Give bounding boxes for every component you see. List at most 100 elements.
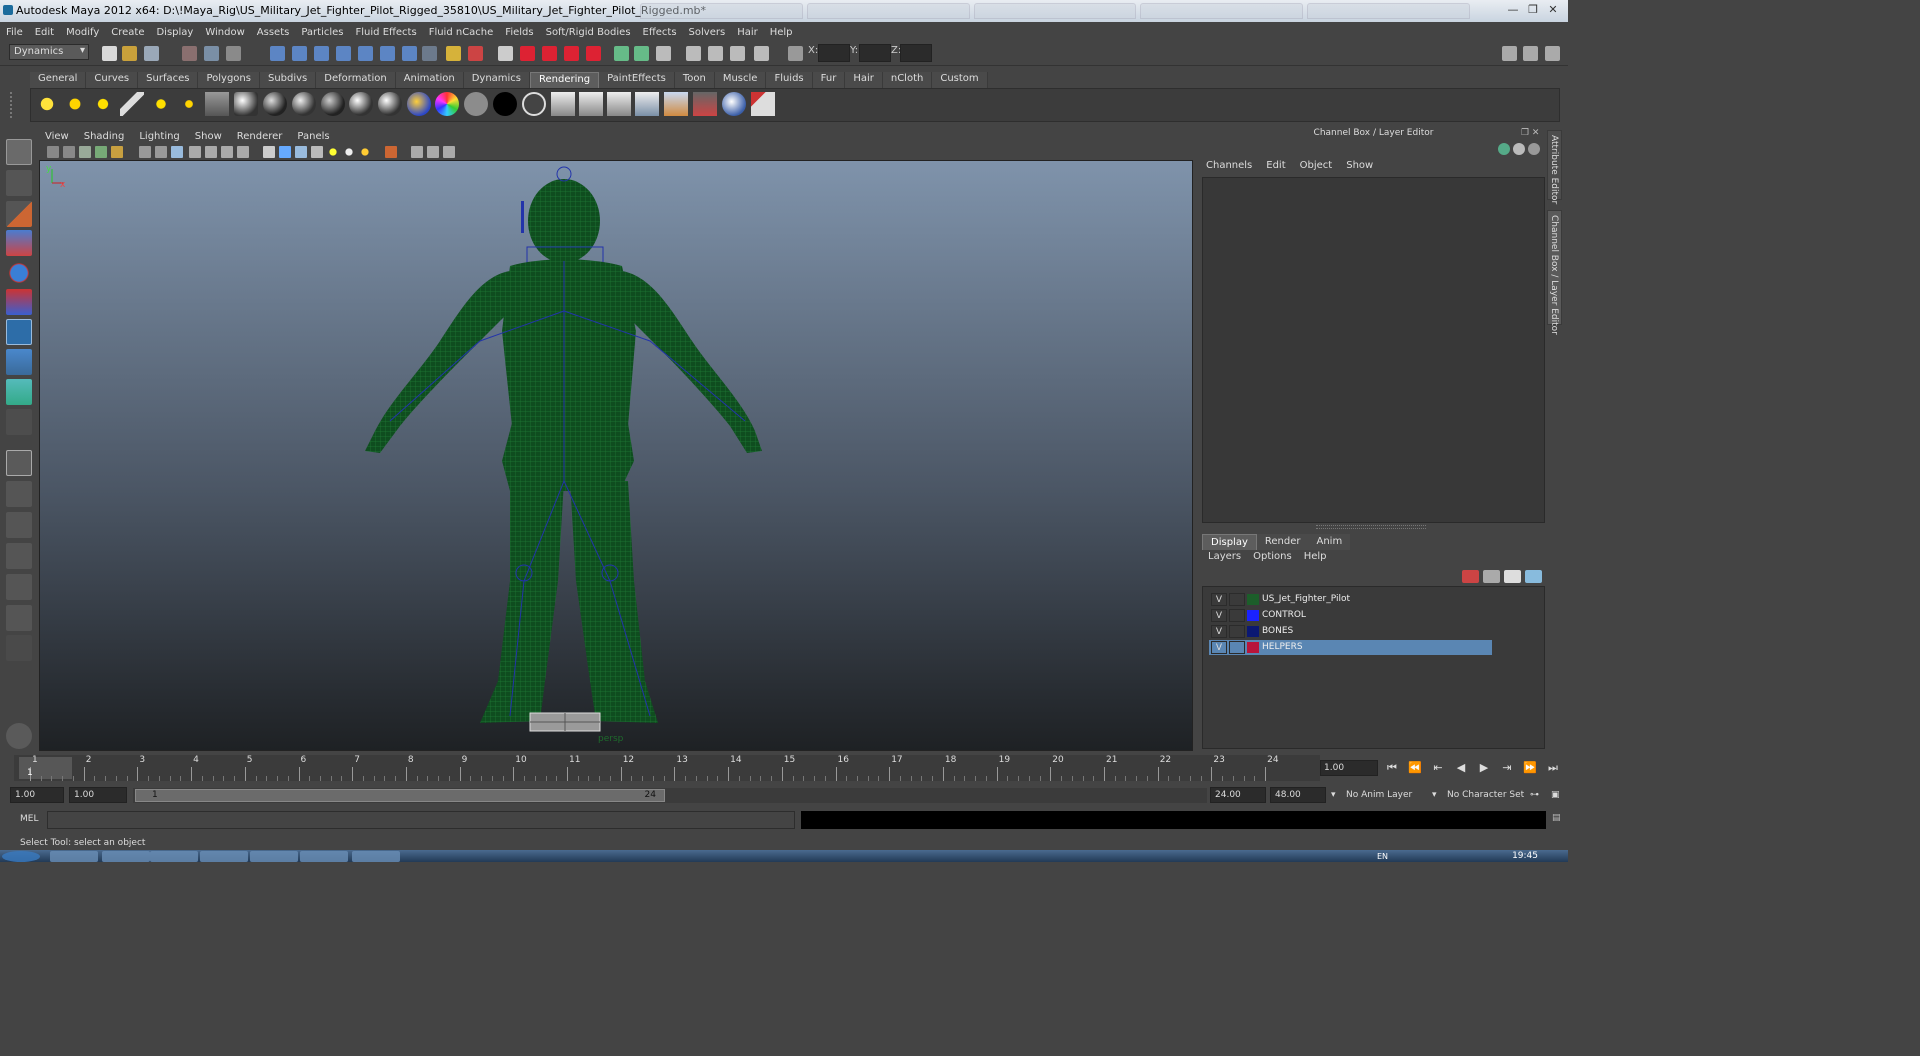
shelf-tab-curves[interactable]: Curves xyxy=(86,72,139,88)
viewport-menu-lighting[interactable]: Lighting xyxy=(139,131,179,142)
shelf-tab-dynamics[interactable]: Dynamics xyxy=(463,72,531,88)
layer-display-type-toggle[interactable] xyxy=(1229,609,1245,622)
preferences-icon[interactable] xyxy=(708,46,723,61)
go-to-start-button[interactable]: ⏮ xyxy=(1382,760,1402,776)
safe-title-icon[interactable] xyxy=(237,146,249,158)
channel-box-menu-show[interactable]: Show xyxy=(1346,160,1373,176)
perspective-outliner-layout-icon[interactable] xyxy=(6,512,32,538)
shadows-icon[interactable] xyxy=(343,146,355,158)
menu-set-dropdown[interactable]: Dynamics xyxy=(9,44,89,60)
render-frame-icon[interactable] xyxy=(498,46,513,61)
menu-edit[interactable]: Edit xyxy=(35,27,54,38)
layer-tab-display[interactable]: Display xyxy=(1202,534,1257,550)
snap-point-icon[interactable] xyxy=(314,46,329,61)
system-clock[interactable]: 19:45 xyxy=(1512,851,1538,861)
menu-fluid-effects[interactable]: Fluid Effects xyxy=(356,27,417,38)
lambert-sphere-icon[interactable] xyxy=(263,92,287,116)
attribute-editor-side-tab[interactable]: Attribute Editor xyxy=(1547,130,1562,204)
snap-curve-icon[interactable] xyxy=(292,46,307,61)
anim-layer-dropdown[interactable]: No Anim Layer xyxy=(1346,790,1412,800)
layer-color-swatch[interactable] xyxy=(1247,626,1259,637)
menu-effects[interactable]: Effects xyxy=(643,27,677,38)
move-layer-up-icon[interactable] xyxy=(1462,570,1479,583)
four-view-layout-icon[interactable] xyxy=(6,481,32,507)
shelf-tab-hair[interactable]: Hair xyxy=(845,72,883,88)
shelf-grip[interactable] xyxy=(10,92,24,118)
layer-color-swatch[interactable] xyxy=(1247,594,1259,605)
step-forward-key-button[interactable]: ⏩ xyxy=(1520,760,1540,776)
go-to-end-button[interactable]: ⏭ xyxy=(1543,760,1563,776)
layer-tab-anim[interactable]: Anim xyxy=(1308,534,1351,550)
maximize-button[interactable]: ❐ xyxy=(1524,2,1542,18)
script-language-label[interactable]: MEL xyxy=(20,814,38,824)
wireframe-on-shaded-icon[interactable] xyxy=(295,146,307,158)
surface-shader-black-icon[interactable] xyxy=(493,92,517,116)
move-tool-icon[interactable] xyxy=(6,230,32,256)
textured-icon[interactable] xyxy=(311,146,323,158)
hypershade-icon[interactable] xyxy=(635,92,659,116)
render-settings-status-icon[interactable] xyxy=(542,46,557,61)
shelf-tab-fur[interactable]: Fur xyxy=(812,72,846,88)
menu-create[interactable]: Create xyxy=(111,27,144,38)
anisotropic-sphere-icon[interactable] xyxy=(349,92,373,116)
render-icon[interactable] xyxy=(551,92,575,116)
layer-visibility-toggle[interactable]: V xyxy=(1211,641,1227,654)
channel-box-slider-icon[interactable] xyxy=(1513,143,1525,155)
two-d-pan-zoom-icon[interactable] xyxy=(111,146,123,158)
menu-soft-rigid-bodies[interactable]: Soft/Rigid Bodies xyxy=(546,27,631,38)
menu-help[interactable]: Help xyxy=(770,27,793,38)
bookmarks-icon[interactable] xyxy=(79,146,91,158)
shelf-tab-fluids[interactable]: Fluids xyxy=(766,72,813,88)
grid-toggle-icon[interactable] xyxy=(139,146,151,158)
shelf-tab-surfaces[interactable]: Surfaces xyxy=(138,72,199,88)
point-light-icon[interactable] xyxy=(91,92,115,116)
taskbar-app-skype[interactable] xyxy=(250,851,298,862)
step-back-key-button[interactable]: ⏪ xyxy=(1405,760,1425,776)
ambient-light-icon[interactable] xyxy=(35,92,59,116)
select-camera-icon[interactable] xyxy=(47,146,59,158)
node-editor-icon[interactable] xyxy=(754,46,769,61)
start-button[interactable] xyxy=(2,851,40,862)
shelf-tab-general[interactable]: General xyxy=(30,72,87,88)
render-view-icon[interactable] xyxy=(664,92,688,116)
y-field[interactable] xyxy=(859,44,891,62)
animation-preferences-icon[interactable]: ▣ xyxy=(1551,790,1560,800)
select-object-icon[interactable] xyxy=(204,46,219,61)
resolution-gate-icon[interactable] xyxy=(171,146,183,158)
shelf-tab-muscle[interactable]: Muscle xyxy=(714,72,767,88)
close-button[interactable]: ✕ xyxy=(1544,2,1562,18)
channel-box-side-tab[interactable]: Channel Box / Layer Editor xyxy=(1547,210,1562,335)
gate-mask-icon[interactable] xyxy=(189,146,201,158)
single-perspective-layout-icon[interactable] xyxy=(6,450,32,476)
new-empty-layer-icon[interactable] xyxy=(1504,570,1521,583)
camera-attributes-icon[interactable] xyxy=(63,146,75,158)
keyboard-language-indicator[interactable]: EN xyxy=(1377,852,1388,861)
channel-box-toggle-icon[interactable] xyxy=(1545,46,1560,61)
shelf-tab-ncloth[interactable]: nCloth xyxy=(882,72,933,88)
mel-script-icon[interactable] xyxy=(6,723,32,749)
shelf-tab-toon[interactable]: Toon xyxy=(674,72,715,88)
new-layer-from-selected-icon[interactable] xyxy=(1525,570,1542,583)
layer-visibility-toggle[interactable]: V xyxy=(1211,593,1227,606)
backface-culling-icon[interactable] xyxy=(443,146,455,158)
selection-mask-icon[interactable] xyxy=(614,46,629,61)
playback-start-field[interactable]: 1.00 xyxy=(69,787,127,803)
last-tool-icon[interactable] xyxy=(6,409,32,435)
help-query-icon[interactable] xyxy=(422,46,437,61)
directional-light-icon[interactable] xyxy=(63,92,87,116)
phong-sphere-icon[interactable] xyxy=(292,92,316,116)
taskbar-app-maya[interactable] xyxy=(352,851,400,862)
range-slider-handle[interactable]: 1 24 xyxy=(135,789,665,802)
batch-render-icon[interactable] xyxy=(607,92,631,116)
select-tool-icon[interactable] xyxy=(6,139,32,165)
soft-modification-icon[interactable] xyxy=(6,349,32,375)
menu-particles[interactable]: Particles xyxy=(301,27,343,38)
hypershade-layout-icon[interactable] xyxy=(6,574,32,600)
smooth-shade-icon[interactable] xyxy=(279,146,291,158)
channel-box-menu-object[interactable]: Object xyxy=(1300,160,1333,176)
layer-visibility-toggle[interactable]: V xyxy=(1211,625,1227,638)
make-live-icon[interactable] xyxy=(358,46,373,61)
history-icon[interactable] xyxy=(380,46,395,61)
input-ops-icon[interactable] xyxy=(468,46,483,61)
menu-modify[interactable]: Modify xyxy=(66,27,99,38)
